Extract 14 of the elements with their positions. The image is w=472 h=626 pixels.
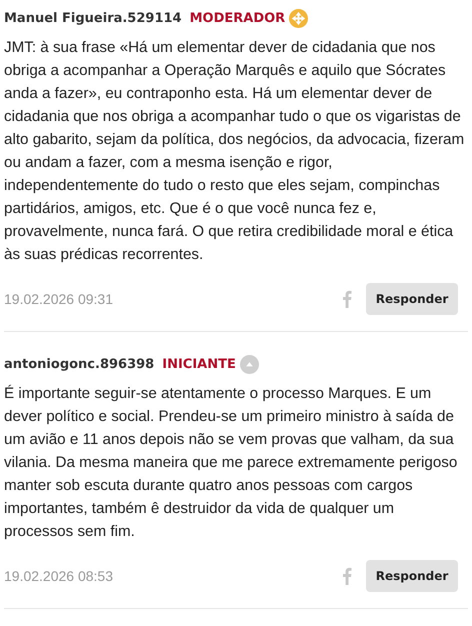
reply-button[interactable]: Responder xyxy=(366,560,458,592)
caret-up-icon xyxy=(240,354,259,374)
reply-button[interactable]: Responder xyxy=(366,283,458,315)
emblem-icon xyxy=(289,8,308,28)
user-rank: MODERADOR xyxy=(190,10,286,26)
comment-date: 19.02.2026 09:31 xyxy=(4,291,114,307)
username[interactable]: antoniogonc.896398 xyxy=(4,356,154,372)
comment-text: JMT: à sua frase «Há um elementar dever de cidadania que nos obriga a acompanhar a Operação Marquês e aquilo que Sócrates anda a fazer», eu contraponho esta. Há um elementar dever de cidadania que nos obriga a acompanhar tudo o que os vigaristas de alto gabarito, sejam da política, dos negócios, da advocacia, fizeram ou andam a fazer, com a mesma isenção e rigor, independentemente do tudo o resto que eles sejam, compinchas partidários, amigos, etc. Que é o que você nunca fez e, provavelmente, nunca fará. O que retira credibilidade moral e ética às suas prédicas recorrentes. xyxy=(4,38,466,265)
comment-date: 19.02.2026 08:53 xyxy=(4,568,114,584)
facebook-share-icon[interactable] xyxy=(342,567,352,585)
username[interactable]: Manuel Figueira.529114 xyxy=(4,10,182,26)
comment-text: É importante seguir-se atentamente o processo Marques. E um dever político e social. Prendeu-se um primeiro ministro à saída de um avião e 11 anos depois não se vem provas que valham, da sua vilania. Da mesma maneira que me parece extremamente perigoso manter sob escuta durante quatro anos pessoas com cargos importantes, também ê destruidor da vida de qualquer um processos sem fim. xyxy=(4,384,458,542)
user-rank: INICIANTE xyxy=(162,356,236,372)
facebook-share-icon[interactable] xyxy=(342,290,352,308)
